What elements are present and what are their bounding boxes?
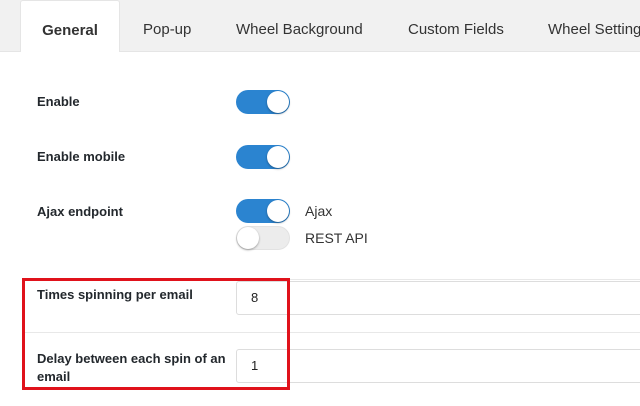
toggle-knob <box>267 200 289 222</box>
delay-between-label: Delay between each spin of an email <box>37 351 226 384</box>
enable-label: Enable <box>37 94 80 109</box>
ajax-toggle[interactable] <box>236 199 290 223</box>
tab-general[interactable]: General <box>20 0 120 53</box>
section-divider <box>22 279 640 280</box>
rest-api-option-label: REST API <box>305 230 368 246</box>
settings-tabs: General Pop-up Wheel Background Custom F… <box>0 0 640 53</box>
rest-api-toggle[interactable] <box>236 226 290 250</box>
section-divider <box>22 332 640 333</box>
enable-toggle[interactable] <box>236 90 290 114</box>
ajax-option-label: Ajax <box>305 203 333 219</box>
toggle-knob <box>267 91 289 113</box>
settings-panel: Enable Enable mobile Ajax endpoint Ajax … <box>0 52 640 406</box>
tab-wheel-settings[interactable]: Wheel Settings <box>548 0 640 52</box>
enable-mobile-toggle[interactable] <box>236 145 290 169</box>
tab-popup[interactable]: Pop-up <box>143 0 191 52</box>
times-spinning-label: Times spinning per email <box>37 287 193 302</box>
toggle-knob <box>237 227 259 249</box>
ajax-endpoint-label: Ajax endpoint <box>37 204 123 219</box>
tab-custom-fields[interactable]: Custom Fields <box>408 0 504 52</box>
tab-wheel-background[interactable]: Wheel Background <box>236 0 363 52</box>
enable-mobile-label: Enable mobile <box>37 149 126 164</box>
times-spinning-input[interactable]: 8 <box>236 281 640 315</box>
delay-between-input[interactable]: 1 <box>236 349 640 383</box>
toggle-knob <box>267 146 289 168</box>
